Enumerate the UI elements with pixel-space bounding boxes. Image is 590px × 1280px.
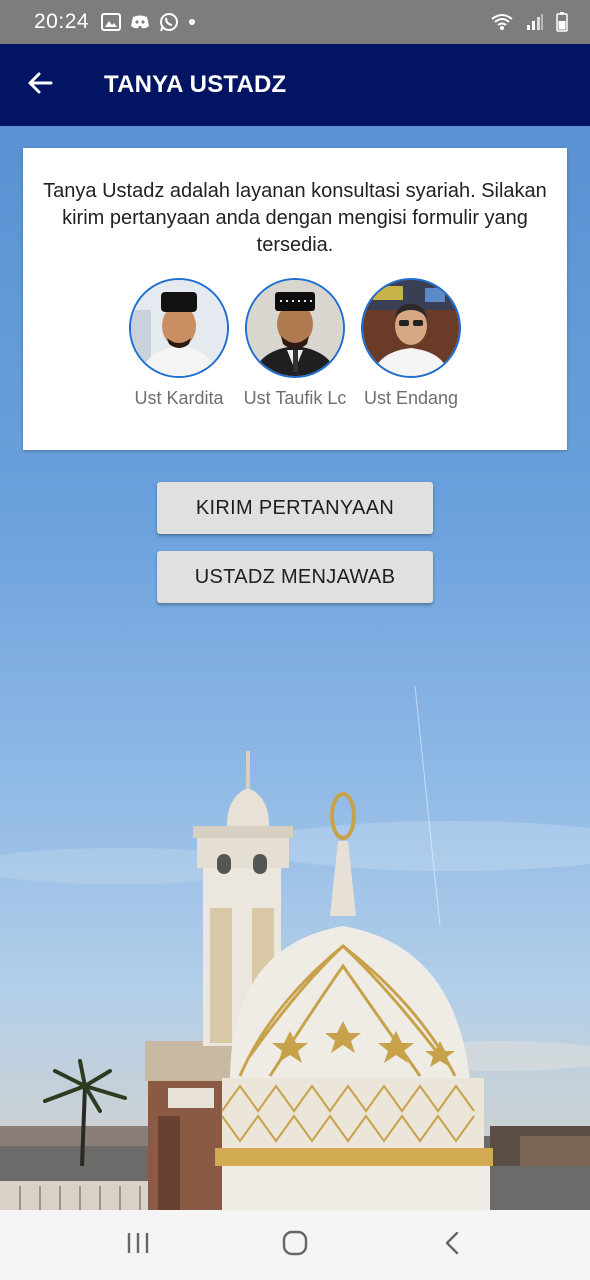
avatar [361,278,461,378]
ustadz-name: Ust Kardita [134,388,224,408]
send-question-button[interactable]: KIRIM PERTANYAAN [157,482,433,534]
ustadz-name: Ust Endang [363,388,459,408]
ustadz-item[interactable]: Ust Kardita [129,278,229,409]
status-time: 20:24 [34,10,90,33]
app-bar: TANYA USTADZ [0,44,590,126]
home-icon [282,1230,308,1261]
wifi-icon [490,13,514,31]
recent-apps-button[interactable] [93,1215,183,1275]
ustadz-name: Ust Taufik Lc [243,388,347,408]
recent-apps-icon [125,1231,151,1260]
status-system-icons [490,12,568,32]
battery-icon [556,12,568,32]
page-title: TANYA USTADZ [104,71,287,98]
arrow-left-icon [27,71,53,100]
ustadz-list: Ust Kardita Ust Taufik Lc Ust Endang [23,278,567,409]
dot-icon [188,18,196,26]
discord-icon [130,14,150,30]
back-icon [443,1230,461,1261]
avatar [129,278,229,378]
system-nav-bar [0,1210,590,1280]
whatsapp-icon [159,12,179,32]
status-bar: 20:24 [0,0,590,44]
ustadz-answers-button[interactable]: USTADZ MENJAWAB [157,551,433,603]
back-button[interactable] [0,44,80,126]
ustadz-item[interactable]: Ust Endang [361,278,461,409]
home-button[interactable] [250,1215,340,1275]
status-notification-icons [101,12,196,32]
service-description: Tanya Ustadz adalah layanan konsultasi s… [43,180,547,256]
ustadz-item[interactable]: Ust Taufik Lc [243,278,347,409]
info-card: Tanya Ustadz adalah layanan konsultasi s… [23,148,567,450]
avatar [245,278,345,378]
nav-back-button[interactable] [407,1215,497,1275]
signal-icon [526,13,544,31]
gallery-icon [101,13,122,31]
